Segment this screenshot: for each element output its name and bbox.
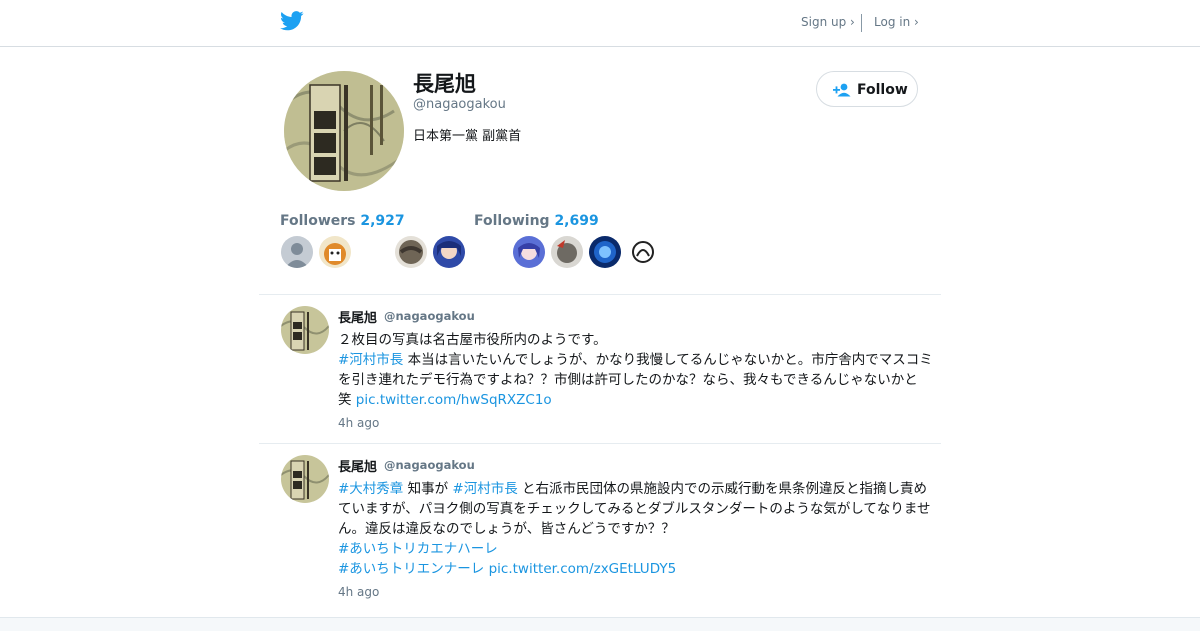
hashtag-link[interactable]: #あいちトリカエナハーレ: [338, 541, 498, 557]
tweet-author-name[interactable]: 長尾旭: [338, 307, 377, 326]
twitter-bird-icon[interactable]: [280, 11, 304, 31]
tweet-author-name[interactable]: 長尾旭: [338, 456, 377, 475]
follower-avatar[interactable]: [395, 236, 427, 268]
tweet-text: #大村秀章 知事が #河村市長 と右派市民団体の県施設内での示威行動を県条例違反…: [338, 479, 933, 579]
tweet-text: ２枚目の写真は名古屋市役所内のようです。 #河村市長 本当は言いたいんでしょうが…: [338, 330, 933, 410]
tweet-avatar[interactable]: [281, 455, 329, 503]
following-avatar[interactable]: [551, 236, 583, 268]
log-in-link[interactable]: Log in ›: [874, 15, 919, 29]
sign-up-link[interactable]: Sign up ›: [801, 15, 855, 29]
following-avatar[interactable]: [627, 236, 659, 268]
follower-avatar[interactable]: [433, 236, 465, 268]
page-footer: [0, 617, 1200, 631]
following-stat[interactable]: Following 2,699: [474, 213, 599, 229]
following-count: 2,699: [554, 213, 599, 229]
follow-button-label: Follow: [857, 82, 908, 98]
tweet-author-handle[interactable]: @nagaogakou: [384, 309, 475, 323]
follow-button[interactable]: Follow: [816, 71, 918, 107]
following-label: Following: [474, 213, 550, 229]
tweet-text-line: ２枚目の写真は名古屋市役所内のようです。: [338, 332, 607, 348]
separator: [259, 443, 941, 444]
following-avatar[interactable]: [589, 236, 621, 268]
media-link[interactable]: pic.twitter.com/zxGEtLUDY5: [489, 561, 677, 577]
tweet-avatar[interactable]: [281, 306, 329, 354]
tweet-text-body: #大村秀章 知事が #河村市長 と右派市民団体の県施設内での示威行動を県条例違反…: [338, 479, 933, 539]
hashtag-link[interactable]: #河村市長: [452, 481, 517, 497]
add-person-icon: [833, 83, 851, 97]
profile-name: 長尾旭: [413, 72, 476, 96]
follower-avatar[interactable]: [319, 236, 351, 268]
profile-bio: 日本第一黨 副黨首: [413, 129, 522, 144]
tweet-timestamp[interactable]: 4h ago: [338, 585, 379, 599]
hashtag-link[interactable]: #大村秀章: [338, 481, 403, 497]
followers-stat[interactable]: Followers 2,927: [280, 213, 405, 229]
separator: [259, 294, 941, 295]
follower-avatar[interactable]: [281, 236, 313, 268]
media-link[interactable]: pic.twitter.com/hwSqRXZC1o: [356, 392, 552, 408]
top-bar: Sign up › Log in ›: [0, 0, 1200, 47]
tweet-author-handle[interactable]: @nagaogakou: [384, 458, 475, 472]
profile-handle: @nagaogakou: [413, 97, 506, 112]
tweet-text-segment: 知事が: [403, 481, 453, 497]
followers-count: 2,927: [360, 213, 405, 229]
header-divider: [861, 14, 862, 32]
followers-label: Followers: [280, 213, 356, 229]
hashtag-link[interactable]: #河村市長: [338, 352, 403, 368]
hashtag-link[interactable]: #あいちトリエンナーレ: [338, 561, 484, 577]
profile-avatar[interactable]: [284, 71, 404, 191]
following-avatar[interactable]: [513, 236, 545, 268]
tweet-text-body: #河村市長 本当は言いたいんでしょうが、かなり我慢してるんじゃないかと。市庁舎内…: [338, 350, 933, 410]
tweet-timestamp[interactable]: 4h ago: [338, 416, 379, 430]
